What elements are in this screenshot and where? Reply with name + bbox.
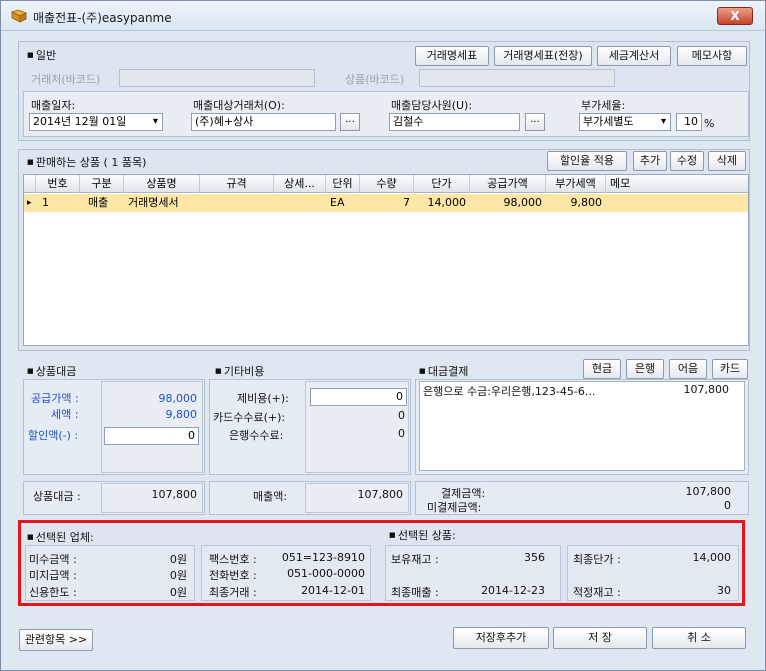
col-unit[interactable]: 단위 — [326, 175, 360, 193]
card-fee-label: 카드수수료(+): — [213, 411, 286, 424]
supply-label: 공급가액 : — [31, 392, 79, 405]
window-title: 매출전표-(주)easypanme — [33, 11, 172, 25]
edit-product-button[interactable]: 수정 — [670, 151, 704, 171]
barcode-product-label: 상품(바코드) — [345, 73, 405, 86]
staff-label: 매출담당사원(U): — [391, 99, 473, 112]
vat-percent-label: % — [704, 117, 715, 130]
highlight-box — [18, 520, 745, 606]
amount-section-title: 상품대금 — [27, 363, 76, 379]
col-supply[interactable]: 공급가액 — [470, 175, 546, 193]
col-memo[interactable]: 메모 — [606, 175, 748, 193]
discount-label: 할인액(-) : — [28, 429, 79, 442]
apply-discount-button[interactable]: 할인율 적용 — [547, 151, 627, 171]
grid-header-marker — [24, 175, 36, 193]
row-vat: 9,800 — [570, 196, 603, 209]
row-name: 거래명세서 — [128, 196, 179, 209]
statement-button[interactable]: 거래명세표 — [415, 46, 489, 66]
staff-input[interactable]: 김철수 — [389, 113, 520, 131]
client-label: 매출대상거래처(O): — [193, 99, 285, 112]
row-unit: EA — [330, 196, 345, 209]
client-input[interactable]: (주)혜+상사 — [191, 113, 336, 131]
cash-button[interactable]: 현금 — [583, 359, 621, 379]
add-product-button[interactable]: 추가 — [633, 151, 667, 171]
memo-button[interactable]: 메모사항 — [677, 46, 747, 66]
sale-date-label: 매출일자: — [31, 99, 76, 112]
barcode-client-label: 거래처(바코드) — [31, 73, 101, 86]
delete-product-button[interactable]: 삭제 — [708, 151, 746, 171]
sales-amount-label: 매출액: — [253, 490, 288, 503]
sales-slip-window: 매출전표-(주)easypanme X 일반 거래명세표 거래명세표(전장) 세… — [0, 0, 766, 671]
unpaid-amount-label: 미결제금액: — [427, 501, 482, 514]
col-price[interactable]: 단가 — [414, 175, 470, 193]
sale-date-dropdown[interactable]: 2014년 12월 01일 — [29, 113, 163, 131]
barcode-client-input[interactable] — [119, 69, 315, 87]
save-and-add-button[interactable]: 저장후추가 — [453, 627, 549, 649]
related-items-button[interactable]: 관련항목 >> — [19, 629, 93, 651]
title-bar: 매출전표-(주)easypanme X — [1, 1, 765, 31]
vat-rate-input[interactable]: 10 — [676, 113, 702, 131]
col-qty[interactable]: 수량 — [360, 175, 414, 193]
vat-dropdown[interactable]: 부가세별도 — [579, 113, 671, 131]
col-name[interactable]: 상품명 — [124, 175, 200, 193]
col-detail[interactable]: 상세... — [274, 175, 326, 193]
bank-button[interactable]: 은행 — [626, 359, 664, 379]
save-button[interactable]: 저 장 — [553, 627, 647, 649]
sales-amount-value: 107,800 — [357, 488, 404, 501]
misc-cost-label: 제비용(+): — [237, 392, 289, 405]
misc-cost-input[interactable]: 0 — [310, 388, 407, 406]
payment-entry-text[interactable]: 은행으로 수금:우리은행,123-45-6... — [423, 383, 595, 399]
tax-value: 9,800 — [165, 408, 198, 421]
payment-entry-amount: 107,800 — [683, 383, 730, 396]
row-marker: ▸ — [27, 198, 32, 208]
cancel-button[interactable]: 취 소 — [652, 627, 746, 649]
tax-invoice-button[interactable]: 세금계산서 — [597, 46, 671, 66]
general-section-title: 일반 — [27, 47, 56, 63]
row-price: 14,000 — [427, 196, 467, 209]
table-row[interactable]: ▸ 1 매출 거래명세서 EA 7 14,000 98,000 9,800 — [24, 194, 748, 212]
supply-value: 98,000 — [158, 392, 198, 405]
products-section-title: 판매하는 상품 ( 1 품목) — [27, 154, 147, 170]
tax-label: 세액 : — [51, 408, 79, 421]
payment-section-title: 대금결제 — [419, 363, 468, 379]
col-type[interactable]: 구분 — [80, 175, 124, 193]
app-icon — [11, 9, 27, 23]
other-section-title: 기타비용 — [215, 363, 264, 379]
bill-button[interactable]: 어음 — [669, 359, 707, 379]
client-search-button[interactable]: ... — [340, 113, 360, 131]
row-no: 1 — [42, 196, 49, 209]
row-supply: 98,000 — [503, 196, 543, 209]
staff-search-button[interactable]: ... — [525, 113, 545, 131]
vat-label: 부가세율: — [581, 99, 626, 112]
grid-header: 번호 구분 상품명 규격 상세... 단위 수량 단가 공급가액 부가세액 메모 — [24, 175, 748, 193]
row-type: 매출 — [88, 196, 109, 209]
close-button[interactable]: X — [717, 7, 753, 25]
col-no[interactable]: 번호 — [36, 175, 80, 193]
card-fee-value: 0 — [398, 409, 405, 422]
product-total-label: 상품대금 : — [33, 490, 81, 503]
products-grid[interactable]: 번호 구분 상품명 규격 상세... 단위 수량 단가 공급가액 부가세액 메모… — [23, 174, 749, 346]
bank-fee-value: 0 — [398, 427, 405, 440]
unpaid-amount-value: 0 — [724, 499, 731, 512]
card-button[interactable]: 카드 — [712, 359, 748, 379]
bank-fee-label: 은행수수료: — [229, 429, 284, 442]
statement-full-button[interactable]: 거래명세표(전장) — [494, 46, 592, 66]
product-total-value: 107,800 — [151, 488, 198, 501]
paid-amount-value: 107,800 — [685, 485, 732, 498]
row-qty: 7 — [403, 196, 410, 209]
discount-input[interactable]: 0 — [104, 427, 199, 445]
barcode-product-input[interactable] — [419, 69, 615, 87]
col-vat[interactable]: 부가세액 — [546, 175, 606, 193]
col-spec[interactable]: 규격 — [200, 175, 274, 193]
